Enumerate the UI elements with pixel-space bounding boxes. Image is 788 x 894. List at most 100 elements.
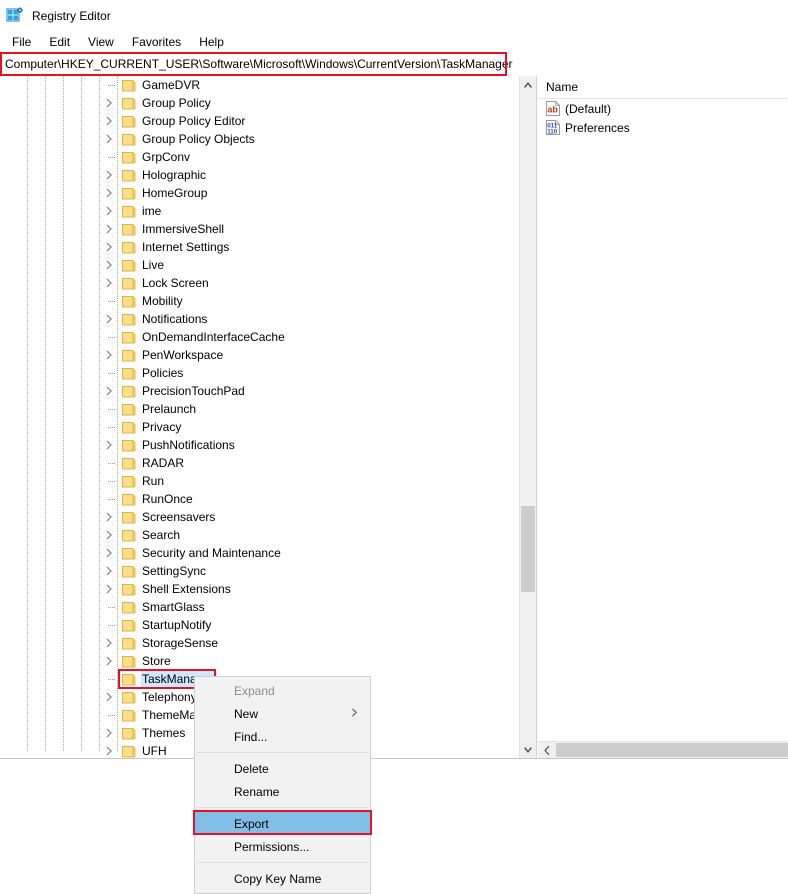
tree-item[interactable]: RunOnce (0, 490, 520, 508)
address-bar[interactable]: Computer\HKEY_CURRENT_USER\Software\Micr… (0, 54, 788, 74)
tree-item[interactable]: Policies (0, 364, 520, 382)
tree-leaf-connector (108, 409, 115, 411)
tree-item[interactable]: Lock Screen (0, 274, 520, 292)
tree-item[interactable]: GrpConv (0, 148, 520, 166)
chevron-right-icon[interactable] (106, 656, 116, 666)
chevron-right-icon[interactable] (106, 350, 116, 360)
context-menu-item-new[interactable]: New (195, 702, 370, 725)
folder-icon (122, 583, 136, 596)
context-menu-item-find[interactable]: Find... (195, 725, 370, 748)
tree-item[interactable]: RADAR (0, 454, 520, 472)
chevron-right-icon[interactable] (106, 188, 116, 198)
tree-item[interactable]: Prelaunch (0, 400, 520, 418)
tree-item[interactable]: Group Policy Objects (0, 130, 520, 148)
tree-item-label: Policies (142, 366, 184, 380)
folder-icon (122, 547, 136, 560)
tree-item[interactable]: Store (0, 652, 520, 670)
context-menu-item-delete[interactable]: Delete (195, 757, 370, 780)
tree-vertical-scrollbar[interactable] (519, 76, 536, 758)
folder-icon (122, 133, 136, 146)
menu-view[interactable]: View (79, 33, 123, 51)
context-menu-item-rename[interactable]: Rename (195, 780, 370, 803)
values-horizontal-scrollbar[interactable] (538, 741, 788, 758)
context-menu-item-expand: Expand (195, 679, 370, 702)
scroll-up-arrow-icon[interactable] (520, 76, 536, 93)
tree-item[interactable]: Screensavers (0, 508, 520, 526)
chevron-right-icon[interactable] (106, 98, 116, 108)
scroll-left-arrow-icon[interactable] (538, 742, 555, 758)
chevron-right-icon[interactable] (106, 386, 116, 396)
tree-scroll-thumb[interactable] (521, 506, 535, 592)
tree-item[interactable]: ime (0, 202, 520, 220)
tree-item[interactable]: ImmersiveShell (0, 220, 520, 238)
tree-item[interactable]: Shell Extensions (0, 580, 520, 598)
tree-item[interactable]: Security and Maintenance (0, 544, 520, 562)
chevron-right-icon[interactable] (106, 116, 116, 126)
tree-item-label: PenWorkspace (142, 348, 224, 362)
scroll-down-arrow-icon[interactable] (520, 741, 536, 758)
tree-item[interactable]: Live (0, 256, 520, 274)
tree-item[interactable]: Holographic (0, 166, 520, 184)
tree-item[interactable]: Internet Settings (0, 238, 520, 256)
chevron-right-icon[interactable] (106, 134, 116, 144)
tree-item[interactable]: PrecisionTouchPad (0, 382, 520, 400)
menu-help[interactable]: Help (190, 33, 233, 51)
context-menu-item-copy-key-name[interactable]: Copy Key Name (195, 867, 370, 890)
tree-item[interactable]: Group Policy Editor (0, 112, 520, 130)
chevron-right-icon[interactable] (106, 260, 116, 270)
chevron-right-icon[interactable] (106, 314, 116, 324)
chevron-right-icon[interactable] (106, 692, 116, 702)
tree-item[interactable]: Run (0, 472, 520, 490)
value-row[interactable]: ab (Default) (538, 99, 788, 118)
tree-item[interactable]: Privacy (0, 418, 520, 436)
tree-item[interactable]: Search (0, 526, 520, 544)
values-column-header[interactable]: Name (538, 76, 788, 99)
value-row[interactable]: 011 110 Preferences (538, 118, 788, 137)
registry-editor-icon (6, 7, 23, 24)
tree-item[interactable]: StorageSense (0, 634, 520, 652)
values-scroll-thumb[interactable] (556, 743, 788, 757)
tree-item-content: Lock Screen (122, 275, 212, 291)
chevron-right-icon[interactable] (106, 512, 116, 522)
context-menu-item-permissions[interactable]: Permissions... (195, 835, 370, 858)
chevron-right-icon[interactable] (106, 566, 116, 576)
menu-favorites[interactable]: Favorites (123, 33, 190, 51)
tree-item[interactable]: SmartGlass (0, 598, 520, 616)
tree-item[interactable]: Group Policy (0, 94, 520, 112)
tree-item-label: PrecisionTouchPad (142, 384, 245, 398)
menu-file[interactable]: File (3, 33, 40, 51)
tree-item-label: GameDVR (142, 78, 201, 92)
registry-values-pane[interactable]: Name ab (Default) 011 110 Preferences (538, 76, 788, 758)
tree-item-content: Holographic (122, 167, 209, 183)
tree-item[interactable]: HomeGroup (0, 184, 520, 202)
chevron-right-icon[interactable] (106, 440, 116, 450)
tree-item-label: Shell Extensions (142, 582, 231, 596)
context-menu-item-export[interactable]: Export (195, 812, 370, 835)
chevron-right-icon[interactable] (106, 170, 116, 180)
chevron-right-icon[interactable] (106, 638, 116, 648)
menu-edit[interactable]: Edit (40, 33, 79, 51)
tree-item[interactable]: PushNotifications (0, 436, 520, 454)
tree-item[interactable]: SettingSync (0, 562, 520, 580)
registry-tree-pane[interactable]: GameDVR Group Policy Group Policy Editor Gr… (0, 76, 537, 758)
folder-icon (122, 511, 136, 524)
tree-item-content: Mobility (122, 293, 186, 309)
chevron-right-icon[interactable] (106, 242, 116, 252)
context-menu-item-label: Delete (234, 761, 269, 776)
chevron-right-icon[interactable] (106, 530, 116, 540)
chevron-right-icon[interactable] (106, 584, 116, 594)
tree-item[interactable]: Notifications (0, 310, 520, 328)
tree-item[interactable]: Mobility (0, 292, 520, 310)
chevron-right-icon[interactable] (106, 548, 116, 558)
tree-item[interactable]: GameDVR (0, 76, 520, 94)
value-name: (Default) (565, 101, 612, 116)
chevron-right-icon[interactable] (106, 206, 116, 216)
chevron-right-icon[interactable] (106, 728, 116, 738)
chevron-right-icon[interactable] (106, 746, 116, 756)
chevron-right-icon[interactable] (106, 224, 116, 234)
tree-item[interactable]: OnDemandInterfaceCache (0, 328, 520, 346)
tree-item[interactable]: StartupNotify (0, 616, 520, 634)
folder-icon (122, 187, 136, 200)
chevron-right-icon[interactable] (106, 278, 116, 288)
tree-item[interactable]: PenWorkspace (0, 346, 520, 364)
